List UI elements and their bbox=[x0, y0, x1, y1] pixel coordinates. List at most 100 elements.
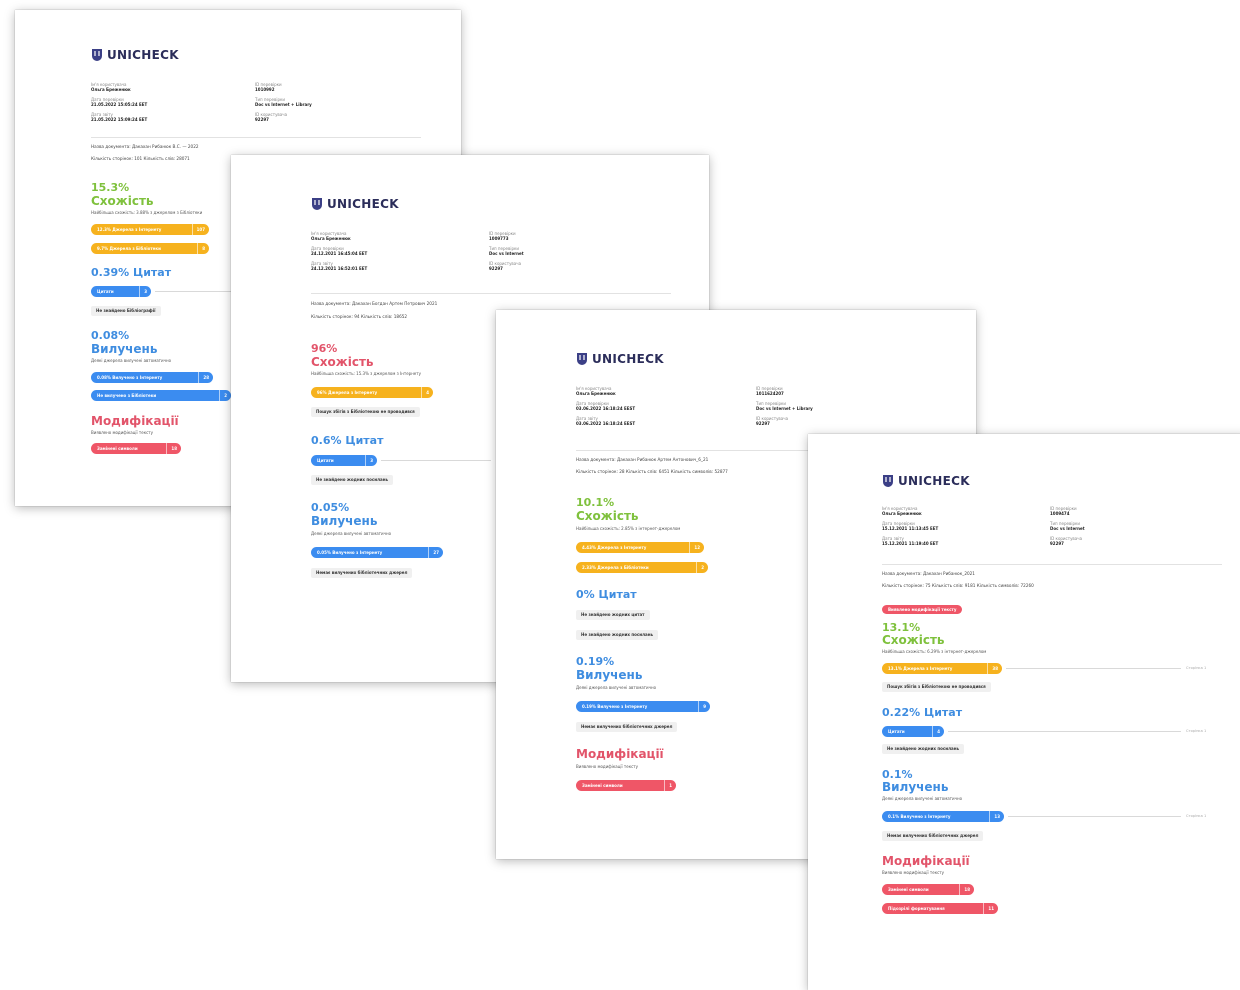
pill-count: 27 bbox=[428, 547, 439, 558]
similarity-heading: Схожість bbox=[91, 194, 154, 208]
meta-left: Ім'я користувача Ольга Бреженюк Дата пер… bbox=[91, 82, 147, 122]
pill-label: Цитати bbox=[97, 289, 114, 294]
meta-value: 21.05.2022 15:09:24 EET bbox=[91, 117, 148, 122]
citation-note: Не знайдено Бібліографії bbox=[91, 306, 161, 316]
meta-value: 24.12.2021 16:52:01 EET bbox=[311, 266, 368, 271]
document-name: Назва документа: Дакахан Рибанюк В.С. — … bbox=[91, 144, 199, 149]
exclusions-internet-pill[interactable]: 0.05% Вилучено з Інтернету 27 bbox=[311, 547, 443, 558]
pill-label: 0.05% Вилучено з Інтернету bbox=[317, 550, 383, 555]
pill-count: 4 bbox=[421, 387, 429, 398]
citations-label: Цитат bbox=[133, 266, 172, 279]
citation-note: Не знайдено жодних посилань bbox=[311, 475, 393, 485]
pill-label: 4.43% Джерела з Інтернету bbox=[582, 545, 647, 550]
brand-name: UNICHECK bbox=[107, 48, 179, 62]
brand-name: UNICHECK bbox=[327, 197, 399, 211]
similarity-library-pill[interactable]: 9.7% Джерела з Бібліотеки 8 bbox=[91, 243, 209, 254]
progress-track bbox=[948, 731, 1181, 732]
meta-value: 92297 bbox=[255, 117, 269, 122]
exclusions-heading: Вилучень bbox=[311, 514, 378, 528]
similarity-internet-pill[interactable]: 13.1% Джерела з Інтернету 38 bbox=[882, 663, 1002, 674]
pill-label: 2.33% Джерела з Бібліотеки bbox=[582, 565, 649, 570]
pill-count: 13 bbox=[989, 811, 1000, 822]
library-note: Пошук збігів з Бібліотекою не проводився bbox=[882, 682, 991, 692]
exclusions-library-note: Немає вилучених бібліотечних джерел bbox=[576, 722, 678, 732]
exclusions-subtext: Деякі джерела вилучені автоматично bbox=[311, 531, 392, 536]
exclusions-subtext: Деякі джерела вилучені автоматично bbox=[91, 358, 172, 363]
pill-label: Замінені символи bbox=[97, 446, 138, 451]
pill-count: 18 bbox=[959, 884, 970, 895]
exclusions-internet-pill[interactable]: 0.08% Вилучено з Інтернету 28 bbox=[91, 372, 213, 383]
page-reference: Сторінка 1 bbox=[1186, 729, 1207, 733]
meta-right: ID перевірки 1009474 Тип перевірки Doc v… bbox=[1050, 506, 1085, 546]
citations-label: Цитат bbox=[598, 588, 637, 601]
divider bbox=[882, 564, 1222, 565]
meta-right: ID перевірки 1009773 Тип перевірки Doc v… bbox=[489, 231, 524, 271]
pill-label: Цитати bbox=[317, 458, 334, 463]
similarity-heading: Схожість bbox=[311, 355, 374, 369]
modifications-heading: Модифікації bbox=[91, 414, 179, 428]
divider bbox=[311, 293, 671, 294]
document-name: Назва документа: Дакахан Рибанюк Артем А… bbox=[576, 457, 709, 462]
unicheck-logo: UNICHECK bbox=[882, 474, 970, 488]
document-name: Назва документа: Дакахан Рибанюк_2021 bbox=[882, 571, 975, 576]
pill-label: 12.3% Джерела з Інтернету bbox=[97, 227, 162, 232]
meta-value: 92297 bbox=[489, 266, 503, 271]
similarity-percent: 10.1% bbox=[576, 496, 615, 509]
pill-label: Не вилучено з Бібліотеки bbox=[97, 393, 157, 398]
similarity-library-pill[interactable]: 2.33% Джерела з Бібліотеки 2 bbox=[576, 562, 708, 573]
exclusions-internet-pill[interactable]: 0.19% Вилучено з Інтернету 9 bbox=[576, 701, 710, 712]
meta-value: 24.12.2021 16:45:04 EET bbox=[311, 251, 368, 256]
pill-label: 0.08% Вилучено з Інтернету bbox=[97, 375, 163, 380]
similarity-heading: Схожість bbox=[882, 633, 945, 647]
similarity-internet-pill[interactable]: 12.3% Джерела з Інтернету 107 bbox=[91, 224, 209, 235]
pill-count: 4 bbox=[932, 726, 940, 737]
unicheck-logo: UNICHECK bbox=[576, 352, 664, 366]
citations-pill[interactable]: Цитати 4 bbox=[882, 726, 944, 737]
modifications-pill[interactable]: Замінені символи 18 bbox=[91, 443, 181, 454]
meta-right: ID перевірки 1011624207 Тип перевірки Do… bbox=[756, 386, 813, 426]
shield-logo-icon bbox=[883, 475, 893, 487]
citations-pill[interactable]: Цитати 3 bbox=[311, 455, 377, 466]
pill-count: 11 bbox=[983, 903, 994, 914]
document-stats: Кількість сторінок: 28 Кількість слів: 6… bbox=[576, 469, 728, 474]
exclusions-percent: 0.05% bbox=[311, 501, 350, 514]
shield-logo-icon bbox=[577, 353, 587, 365]
pill-label: Замінені символи bbox=[582, 783, 623, 788]
meta-value: 15.12.2021 11:13:45 EET bbox=[882, 526, 939, 531]
citation-note: Не знайдено жодних цитат bbox=[576, 610, 650, 620]
pill-count: 1 bbox=[664, 780, 672, 791]
modifications-pill[interactable]: Замінені символи 1 bbox=[576, 780, 676, 791]
progress-track bbox=[1006, 668, 1181, 669]
formatting-pill[interactable]: Підозрілі форматування 11 bbox=[882, 903, 998, 914]
pill-label: 13.1% Джерела з Інтернету bbox=[888, 666, 953, 671]
similarity-subtext: Найбільша схожість: 2.85% з інтернет-дже… bbox=[576, 526, 681, 531]
similarity-internet-pill[interactable]: 96% Джерела з Інтернету 4 bbox=[311, 387, 433, 398]
meta-value: 03.06.2022 16:18:24 EEST bbox=[576, 421, 636, 426]
exclusions-library-note: Немає вилучених бібліотечних джерел bbox=[882, 831, 984, 841]
citations-heading: 0% Цитат bbox=[576, 589, 637, 601]
modifications-pill[interactable]: Замінені символи 18 bbox=[882, 884, 974, 895]
exclusions-subtext: Деякі джерела вилучені автоматично bbox=[576, 685, 657, 690]
citations-label: Цитат bbox=[345, 434, 384, 447]
citations-percent: 0.22% bbox=[882, 706, 921, 719]
modifications-heading: Модифікації bbox=[882, 854, 970, 868]
exclusions-heading: Вилучень bbox=[576, 668, 643, 682]
pill-label: Підозрілі форматування bbox=[888, 906, 945, 911]
exclusions-internet-pill[interactable]: 0.1% Вилучено з Інтернету 13 bbox=[882, 811, 1004, 822]
citations-label: Цитат bbox=[924, 706, 963, 719]
pill-count: 12 bbox=[689, 542, 700, 553]
pill-label: 9.7% Джерела з Бібліотеки bbox=[97, 246, 161, 251]
progress-track bbox=[381, 460, 491, 461]
exclusions-subtext: Деякі джерела вилучені автоматично bbox=[882, 796, 963, 801]
meta-left: Ім'я користувача Ольга Бреженюк Дата пер… bbox=[311, 231, 367, 271]
similarity-internet-pill[interactable]: 4.43% Джерела з Інтернету 12 bbox=[576, 542, 704, 553]
progress-track bbox=[1008, 816, 1181, 817]
meta-value: 92297 bbox=[756, 421, 770, 426]
shield-logo-icon bbox=[312, 198, 322, 210]
exclusions-percent: 0.19% bbox=[576, 655, 615, 668]
page-reference: Сторінка 1 bbox=[1186, 814, 1207, 818]
modifications-subtext: Виявлено модифікації тексту bbox=[91, 430, 154, 435]
citations-pill[interactable]: Цитати 3 bbox=[91, 286, 151, 297]
citations-percent: 0% bbox=[576, 588, 595, 601]
exclusions-library-pill[interactable]: Не вилучено з Бібліотеки 2 bbox=[91, 390, 231, 401]
